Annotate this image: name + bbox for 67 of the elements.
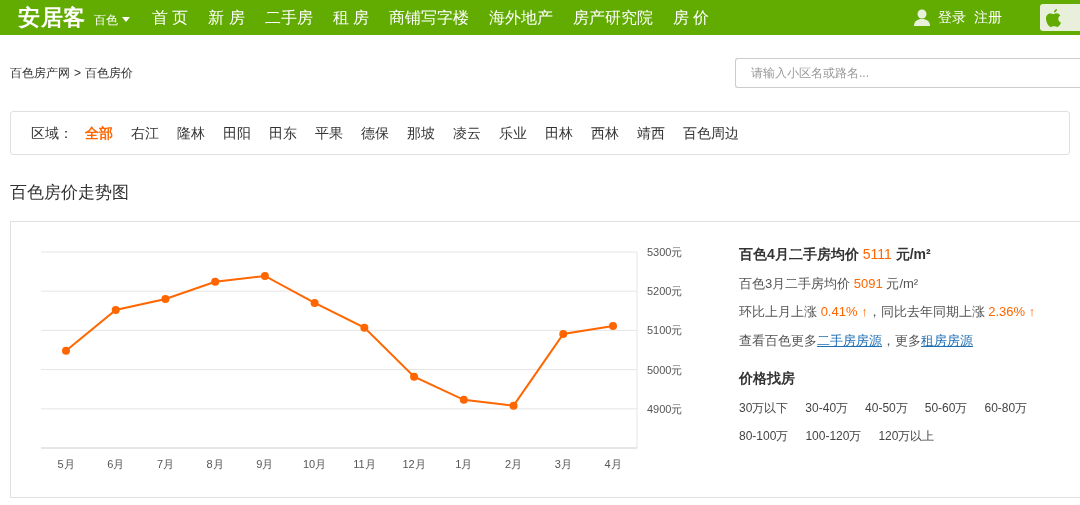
search-field[interactable]: 请输入小区名或路名... xyxy=(735,58,1080,88)
axis-tick-label: 9月 xyxy=(256,457,274,470)
breadcrumb-current: 百色房价 xyxy=(85,65,133,82)
axis-tick-label: 10月 xyxy=(303,457,327,470)
previous-price-text: 百色3月二手房均价 5091 元/m² xyxy=(739,274,920,293)
region-option[interactable]: 右江 xyxy=(131,122,159,144)
price-range-link[interactable]: 50-60万 xyxy=(924,399,968,417)
axis-tick-label: 7月 xyxy=(156,457,174,470)
data-point xyxy=(559,329,568,338)
data-point xyxy=(360,323,369,332)
region-option[interactable]: 靖西 xyxy=(637,122,665,144)
axis-tick-label: 4900元 xyxy=(647,402,683,415)
region-option[interactable]: 凌云 xyxy=(453,122,481,144)
region-option[interactable]: 西林 xyxy=(591,122,619,144)
axis-tick-label: 1月 xyxy=(455,457,473,470)
price-range-link[interactable]: 30万以下 xyxy=(739,399,789,417)
data-point xyxy=(509,401,518,410)
axis-tick-label: 3月 xyxy=(554,457,572,470)
data-point xyxy=(459,395,468,404)
breadcrumb-separator: > xyxy=(74,65,81,82)
listing-link[interactable]: 二手房房源 xyxy=(817,332,882,348)
apple-icon xyxy=(1046,8,1062,27)
data-point xyxy=(410,372,419,381)
filter-label: 区域： xyxy=(31,123,73,143)
region-option[interactable]: 隆林 xyxy=(177,122,205,144)
axis-tick-label: 4月 xyxy=(604,457,622,470)
price-range-link[interactable]: 120万以上 xyxy=(878,427,935,445)
price-change-text: 环比上月上涨 0.41% ↑，同比去年同期上涨 2.36% ↑ xyxy=(739,303,1037,321)
region-option[interactable]: 德保 xyxy=(361,122,389,144)
region-option[interactable]: 平果 xyxy=(315,122,343,144)
axis-tick-label: 8月 xyxy=(206,457,224,470)
data-point xyxy=(260,271,269,280)
data-point xyxy=(609,321,617,330)
listing-link[interactable]: 租房房源 xyxy=(921,332,973,348)
axis-tick-label: 5200元 xyxy=(647,284,683,297)
data-point xyxy=(310,298,319,307)
axis-tick-label: 5月 xyxy=(57,457,75,470)
data-point xyxy=(161,294,170,303)
region-option[interactable]: 田东 xyxy=(269,122,297,144)
breadcrumb-link[interactable]: 百色房产网 xyxy=(10,64,70,82)
price-range-link[interactable]: 30-40万 xyxy=(805,399,849,417)
region-option[interactable]: 田阳 xyxy=(223,122,251,144)
price-range-link[interactable]: 100-120万 xyxy=(805,427,862,445)
axis-tick-label: 5000元 xyxy=(647,363,683,376)
user-icon xyxy=(914,9,930,26)
axis-tick-label: 6月 xyxy=(107,457,125,470)
caret-icon xyxy=(121,17,130,22)
axis-tick-label: 12月 xyxy=(402,457,426,470)
price-range-link[interactable]: 40-50万 xyxy=(865,399,908,417)
axis-tick-label: 11月 xyxy=(353,457,376,470)
axis-tick-label: 5100元 xyxy=(647,323,683,336)
app-download-button[interactable] xyxy=(1040,4,1080,31)
current-price-text: 百色4月二手房均价 5111 元/m² xyxy=(739,244,932,264)
more-listings-text: 查看百色更多二手房房源，更多租房房源 xyxy=(739,331,974,350)
region-option[interactable]: 那坡 xyxy=(407,122,435,144)
axis-tick-label: 5300元 xyxy=(647,245,683,258)
data-point xyxy=(62,346,70,355)
region-option[interactable]: 百色周边 xyxy=(683,122,739,144)
price-range-link[interactable]: 60-80万 xyxy=(984,399,1028,417)
region-option[interactable]: 田林 xyxy=(545,122,573,144)
data-point xyxy=(111,305,120,314)
section-title: 百色房价走势图 xyxy=(10,182,130,204)
price-range-link[interactable]: 80-100万 xyxy=(739,427,789,445)
region-option[interactable]: 乐业 xyxy=(499,122,527,144)
axis-tick-label: 2月 xyxy=(505,457,523,470)
data-point xyxy=(211,277,220,286)
price-search-title: 价格找房 xyxy=(739,369,796,388)
